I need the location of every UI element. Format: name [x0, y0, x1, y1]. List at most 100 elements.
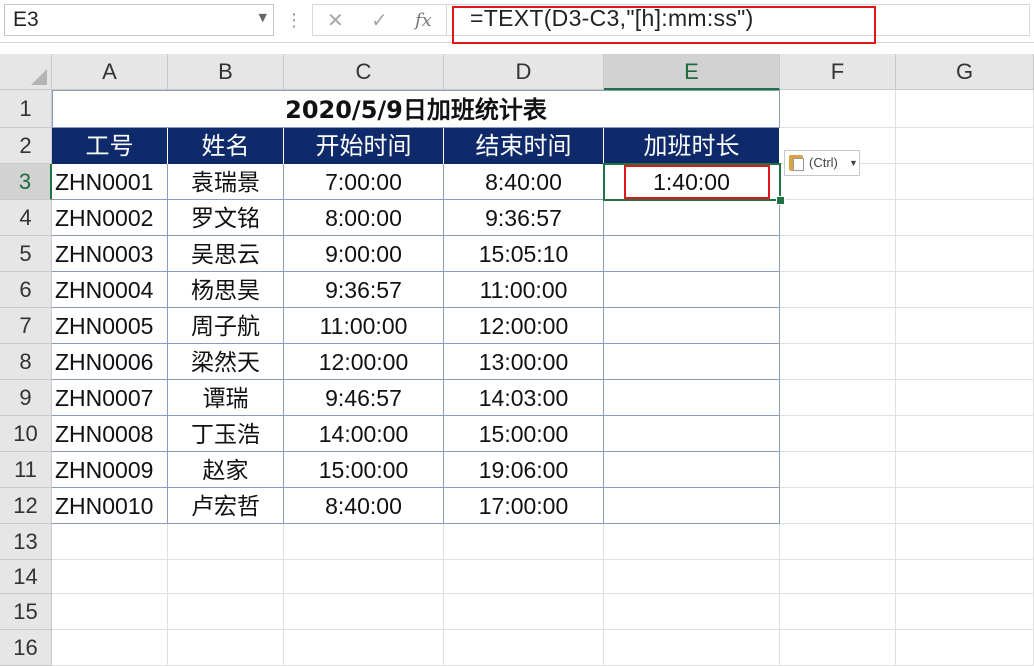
cell[interactable] — [780, 416, 896, 452]
table-cell[interactable]: 15:00:00 — [284, 452, 444, 488]
table-header-cell[interactable]: 结束时间 — [444, 128, 604, 164]
cell[interactable] — [168, 524, 284, 560]
cell[interactable] — [780, 560, 896, 594]
cell[interactable] — [444, 524, 604, 560]
table-cell[interactable] — [604, 272, 780, 308]
table-cell[interactable]: 11:00:00 — [444, 272, 604, 308]
cell[interactable] — [780, 380, 896, 416]
cell[interactable] — [896, 128, 1034, 164]
cell[interactable] — [284, 630, 444, 666]
select-all-corner[interactable] — [0, 54, 52, 90]
table-cell[interactable]: 9:36:57 — [444, 200, 604, 236]
table-cell[interactable] — [604, 380, 780, 416]
cell[interactable] — [52, 594, 168, 630]
cell[interactable] — [896, 164, 1034, 200]
column-header-f[interactable]: F — [780, 54, 896, 90]
table-cell[interactable]: 12:00:00 — [444, 308, 604, 344]
table-cell[interactable]: 7:00:00 — [284, 164, 444, 200]
row-header-16[interactable]: 16 — [0, 630, 52, 666]
cell[interactable] — [896, 630, 1034, 666]
cell[interactable] — [896, 236, 1034, 272]
cell[interactable] — [780, 488, 896, 524]
row-header-13[interactable]: 13 — [0, 524, 52, 560]
table-cell[interactable]: 17:00:00 — [444, 488, 604, 524]
cell[interactable] — [444, 630, 604, 666]
table-cell[interactable]: 9:46:57 — [284, 380, 444, 416]
table-header-cell[interactable]: 姓名 — [168, 128, 284, 164]
table-header-cell[interactable]: 工号 — [52, 128, 168, 164]
cell[interactable] — [896, 272, 1034, 308]
table-cell[interactable]: 杨思昊 — [168, 272, 284, 308]
column-header-b[interactable]: B — [168, 54, 284, 90]
table-cell[interactable] — [604, 344, 780, 380]
table-cell[interactable]: 袁瑞景 — [168, 164, 284, 200]
cell[interactable] — [52, 524, 168, 560]
table-cell[interactable]: ZHN0005 — [52, 308, 168, 344]
row-header-15[interactable]: 15 — [0, 594, 52, 630]
table-cell[interactable]: 8:40:00 — [444, 164, 604, 200]
cell[interactable] — [604, 560, 780, 594]
table-cell[interactable]: 13:00:00 — [444, 344, 604, 380]
cell[interactable] — [896, 560, 1034, 594]
cell[interactable] — [168, 630, 284, 666]
column-header-c[interactable]: C — [284, 54, 444, 90]
row-header-11[interactable]: 11 — [0, 452, 52, 488]
table-cell[interactable]: 8:40:00 — [284, 488, 444, 524]
column-header-g[interactable]: G — [896, 54, 1034, 90]
row-header-5[interactable]: 5 — [0, 236, 52, 272]
cell[interactable] — [780, 524, 896, 560]
column-header-a[interactable]: A — [52, 54, 168, 90]
cell[interactable] — [896, 452, 1034, 488]
table-cell[interactable]: ZHN0002 — [52, 200, 168, 236]
drag-handle-icon[interactable]: ⋮ — [285, 8, 303, 34]
cell[interactable] — [168, 560, 284, 594]
table-title[interactable]: 2020/5/9日加班统计表 — [52, 90, 780, 128]
cell[interactable] — [780, 594, 896, 630]
paste-options-button[interactable]: (Ctrl) ▼ — [784, 150, 860, 176]
row-header-7[interactable]: 7 — [0, 308, 52, 344]
table-cell[interactable]: ZHN0008 — [52, 416, 168, 452]
table-cell[interactable]: 8:00:00 — [284, 200, 444, 236]
row-header-3[interactable]: 3 — [0, 164, 52, 200]
table-cell[interactable]: ZHN0007 — [52, 380, 168, 416]
table-cell[interactable] — [604, 452, 780, 488]
table-cell[interactable]: 15:05:10 — [444, 236, 604, 272]
table-cell[interactable]: 丁玉浩 — [168, 416, 284, 452]
cell[interactable] — [896, 90, 1034, 128]
cell[interactable] — [284, 560, 444, 594]
cell[interactable] — [780, 344, 896, 380]
enter-icon[interactable]: ✓ — [371, 8, 388, 32]
cell[interactable] — [444, 560, 604, 594]
table-cell[interactable]: ZHN0001 — [52, 164, 168, 200]
cell[interactable] — [896, 416, 1034, 452]
row-header-6[interactable]: 6 — [0, 272, 52, 308]
table-cell[interactable]: 吴思云 — [168, 236, 284, 272]
row-header-12[interactable]: 12 — [0, 488, 52, 524]
table-header-cell[interactable]: 加班时长 — [604, 128, 780, 164]
table-cell[interactable]: 周子航 — [168, 308, 284, 344]
table-cell[interactable]: ZHN0004 — [52, 272, 168, 308]
row-header-1[interactable]: 1 — [0, 90, 52, 128]
cell[interactable] — [780, 272, 896, 308]
cell[interactable] — [444, 594, 604, 630]
name-box[interactable]: E3 ▼ — [4, 4, 274, 36]
cell[interactable] — [896, 308, 1034, 344]
table-cell[interactable]: 赵家 — [168, 452, 284, 488]
cell[interactable] — [168, 594, 284, 630]
table-cell[interactable]: ZHN0009 — [52, 452, 168, 488]
cell[interactable] — [780, 630, 896, 666]
cell[interactable] — [896, 200, 1034, 236]
row-header-2[interactable]: 2 — [0, 128, 52, 164]
table-cell[interactable]: 谭瑞 — [168, 380, 284, 416]
column-header-e[interactable]: E — [604, 54, 780, 90]
chevron-down-icon[interactable]: ▼ — [259, 11, 267, 24]
cell[interactable] — [284, 594, 444, 630]
table-cell[interactable]: 罗文铭 — [168, 200, 284, 236]
table-cell[interactable]: ZHN0003 — [52, 236, 168, 272]
cell[interactable] — [780, 452, 896, 488]
table-cell[interactable]: 11:00:00 — [284, 308, 444, 344]
table-cell[interactable]: 9:36:57 — [284, 272, 444, 308]
row-header-14[interactable]: 14 — [0, 560, 52, 594]
cell[interactable] — [896, 524, 1034, 560]
table-cell[interactable] — [604, 308, 780, 344]
